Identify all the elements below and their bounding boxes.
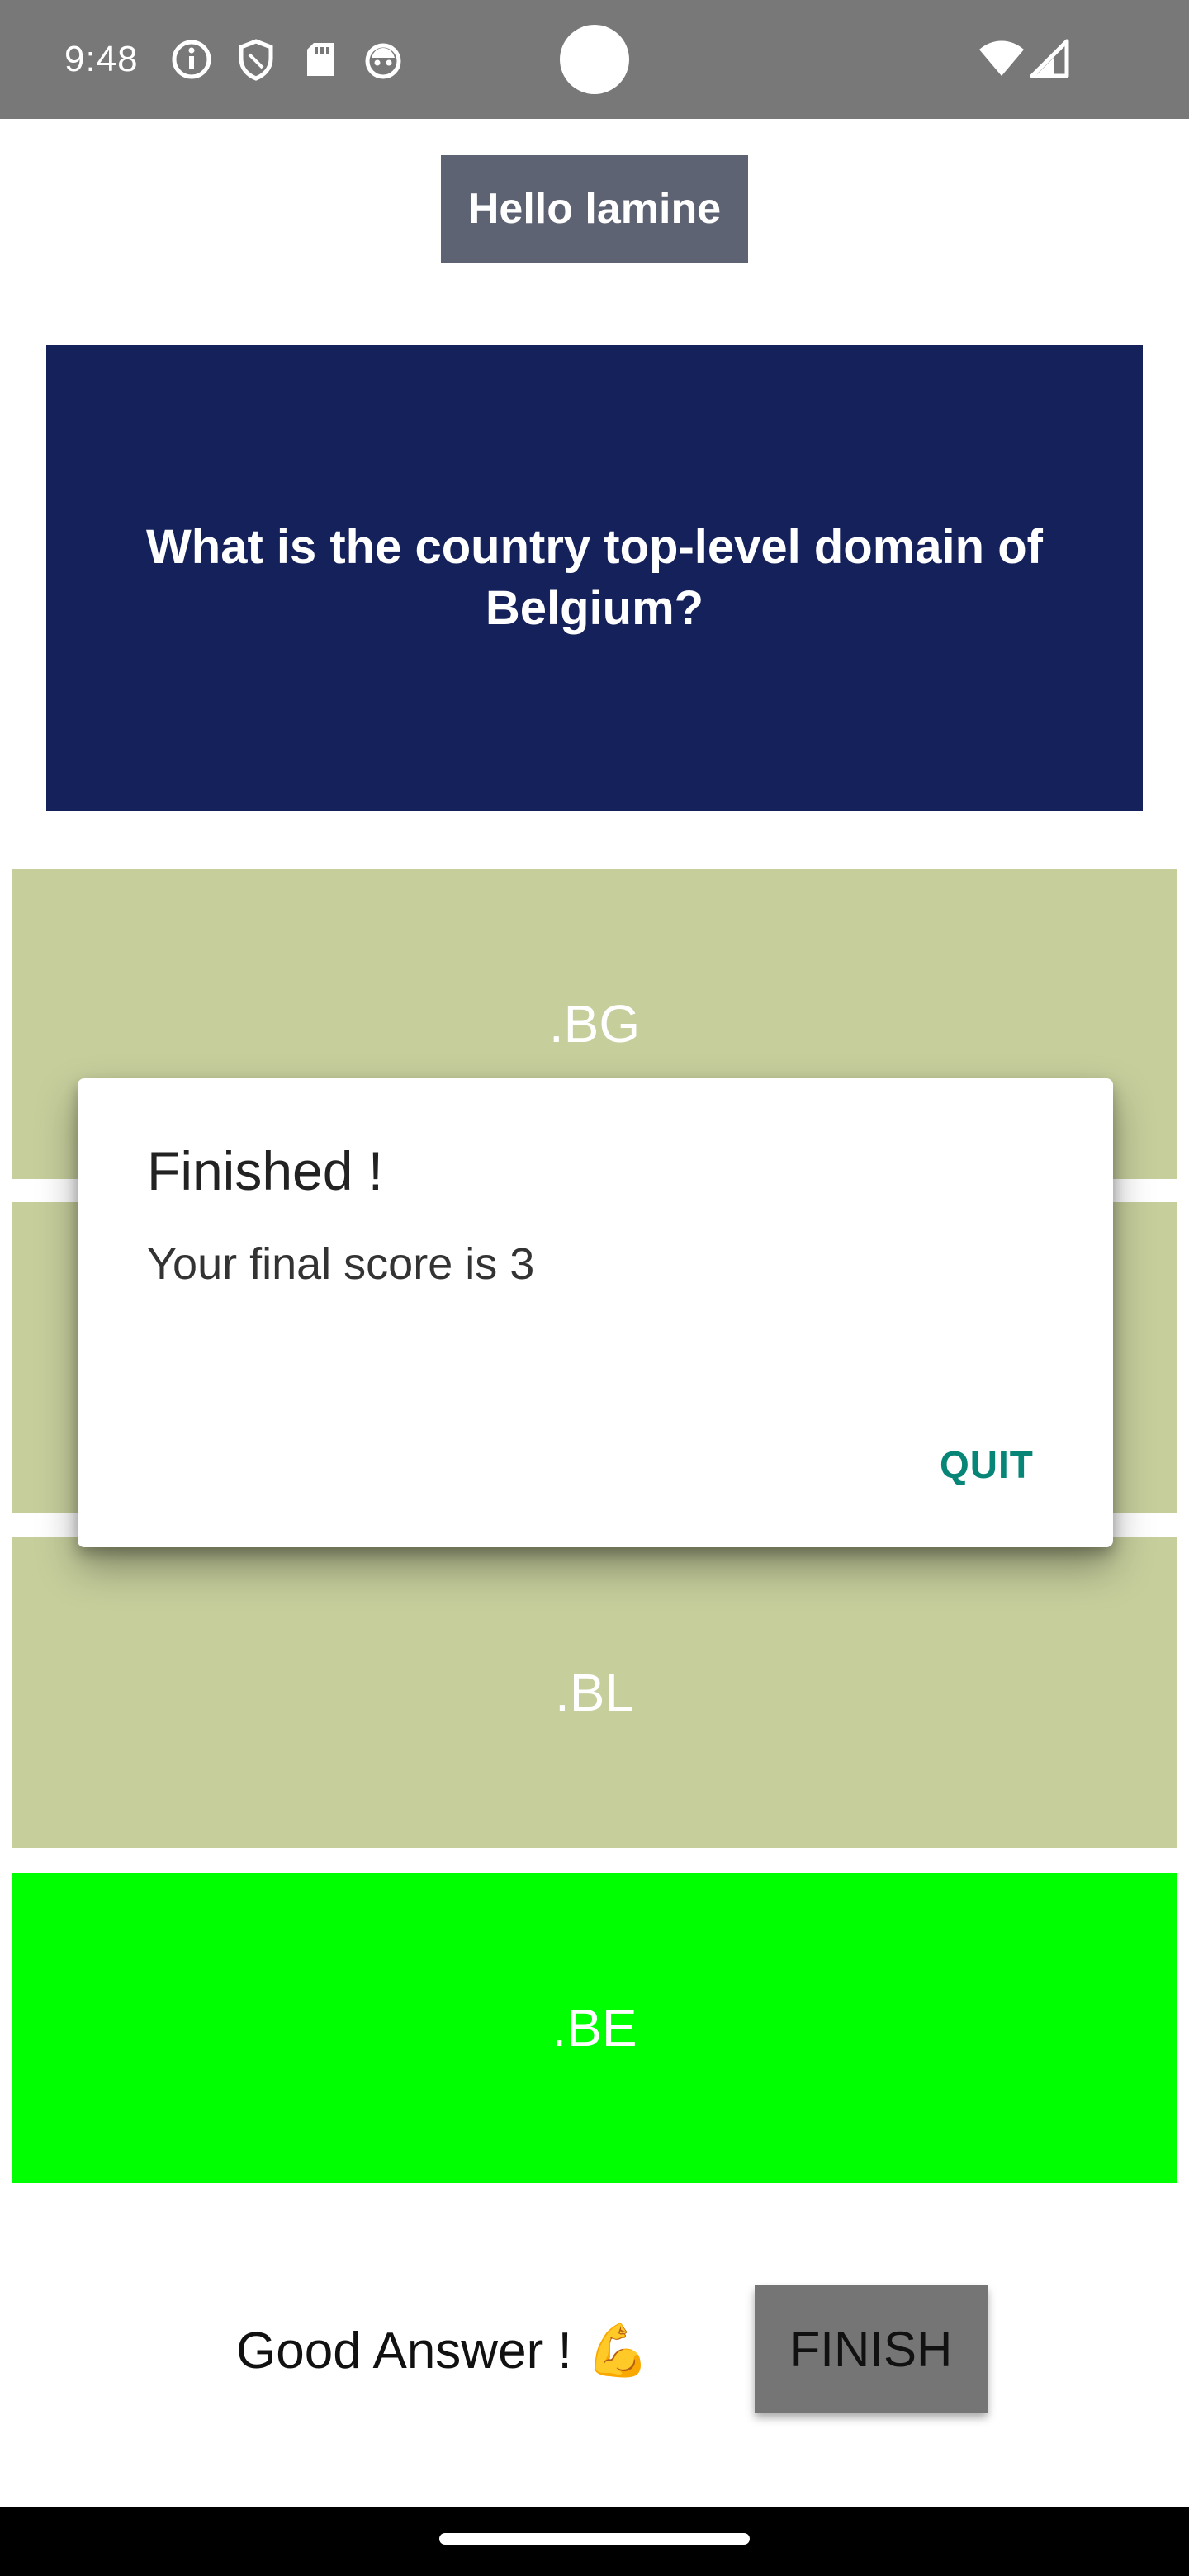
quit-button[interactable]: QUIT xyxy=(940,1435,1034,1494)
dialog-title: Finished ! xyxy=(147,1140,384,1201)
dialog-message: Your final score is 3 xyxy=(147,1239,535,1289)
finished-dialog: Finished ! Your final score is 3 QUIT xyxy=(78,1078,1113,1547)
